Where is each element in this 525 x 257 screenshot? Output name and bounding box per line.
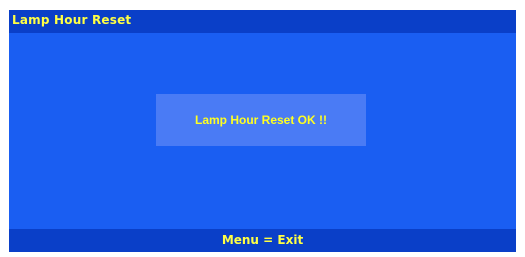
window-title: Lamp Hour Reset [12,13,132,27]
osd-panel: Lamp Hour Reset Lamp Hour Reset OK !! Me… [9,10,516,252]
status-message: Lamp Hour Reset OK !! [194,113,327,127]
title-bar: Lamp Hour Reset [9,10,516,33]
message-box: Lamp Hour Reset OK !! [156,94,366,146]
footer-bar: Menu = Exit [9,229,516,252]
exit-hint: Menu = Exit [221,233,304,247]
